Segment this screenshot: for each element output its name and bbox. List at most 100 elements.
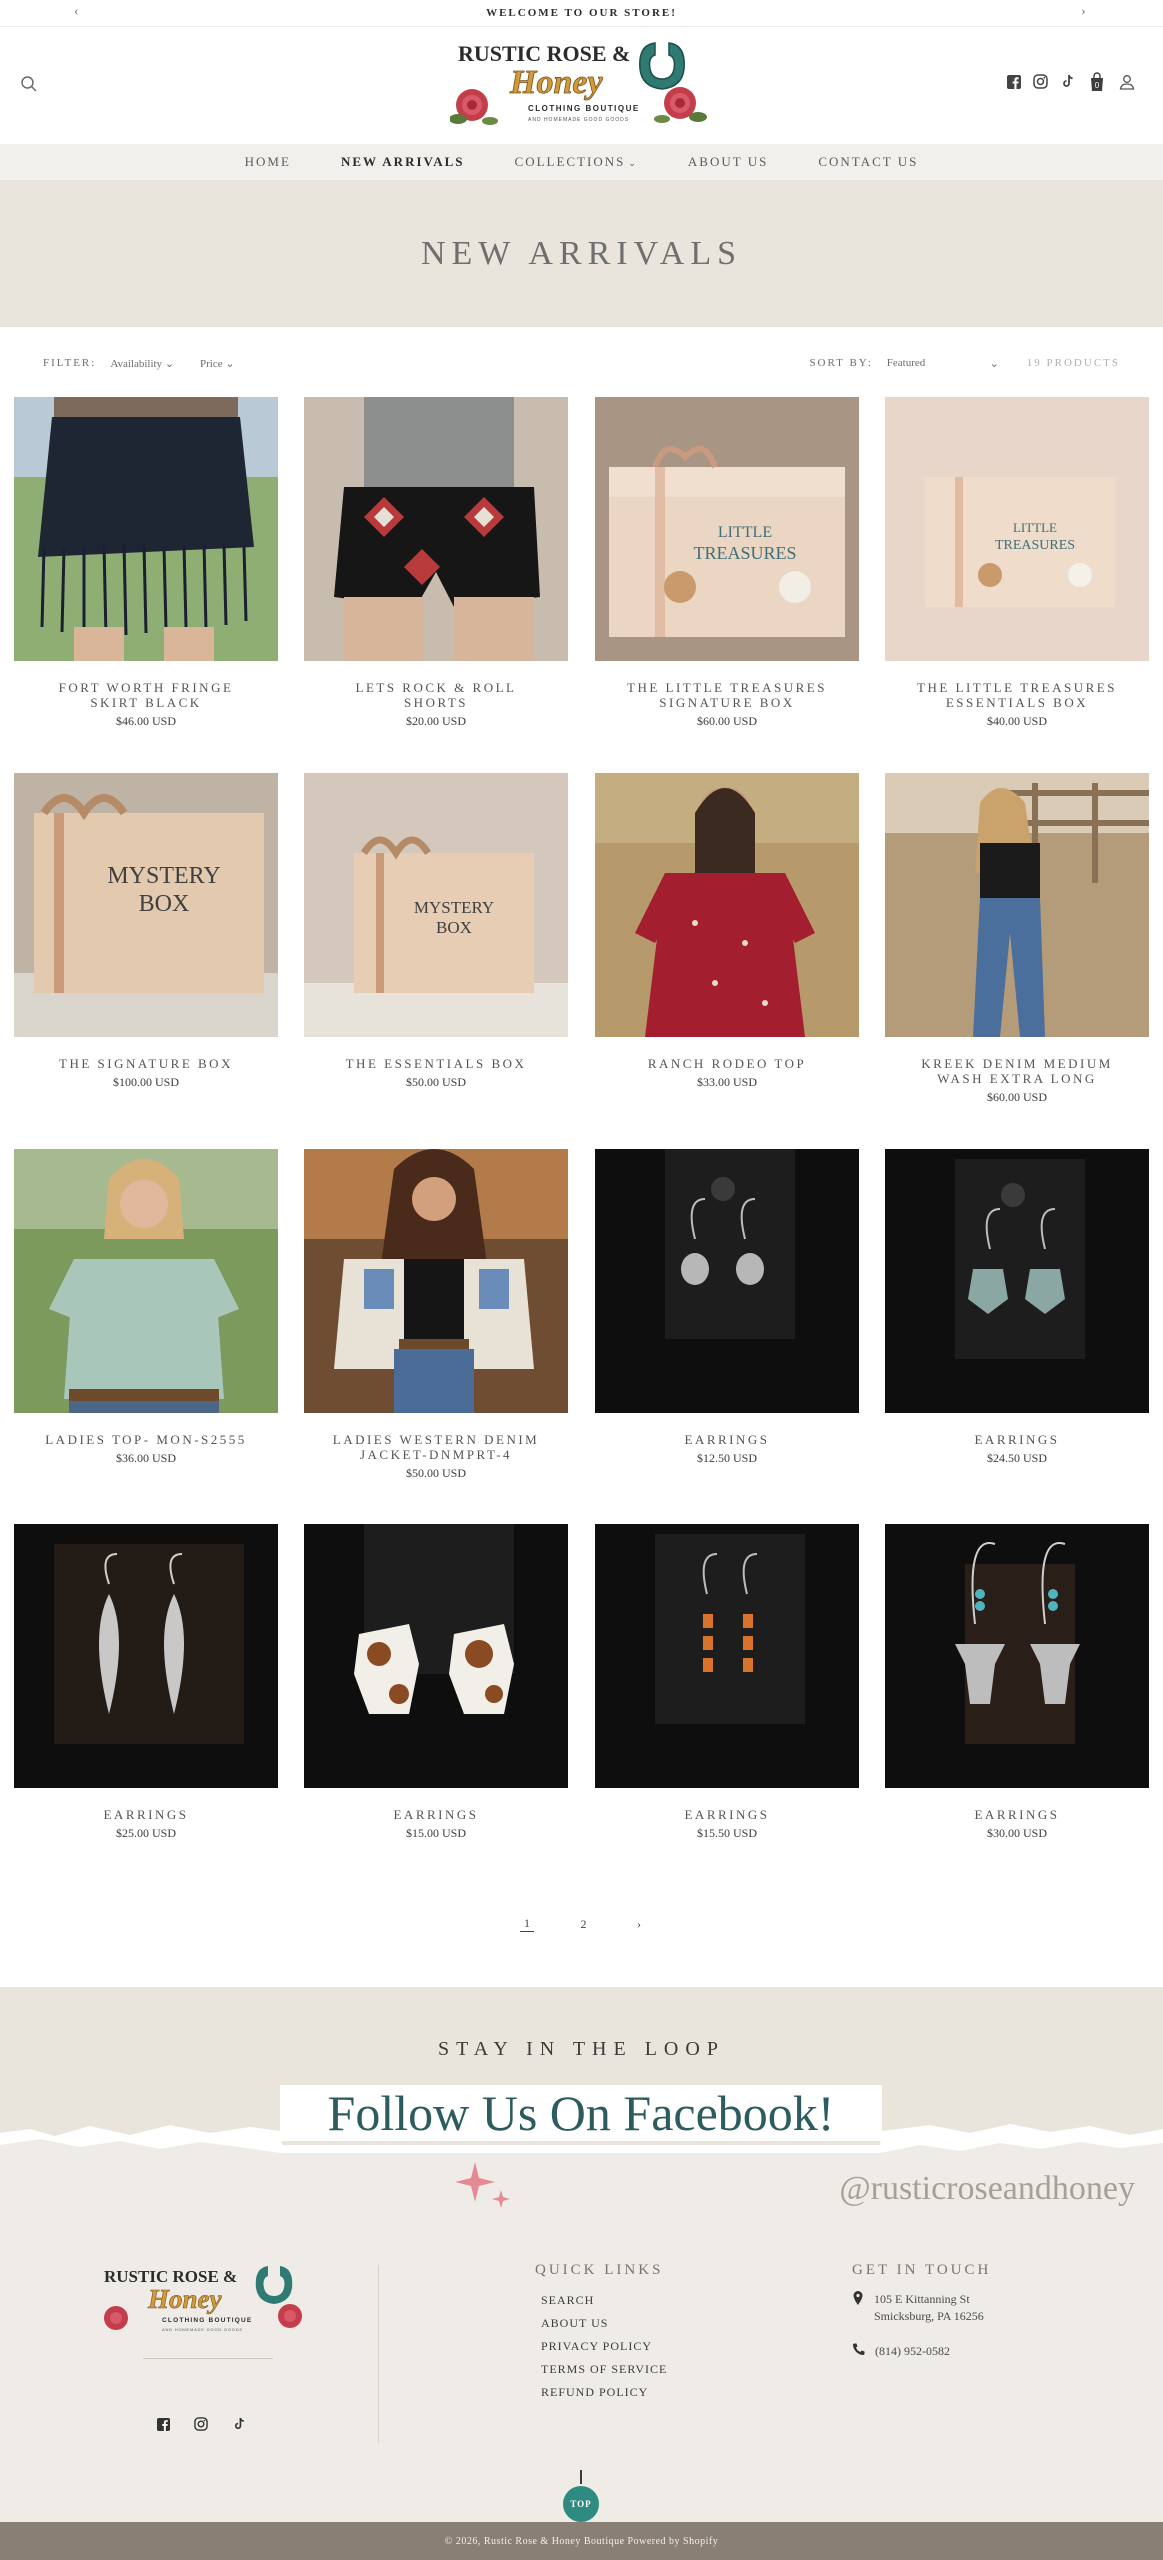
product-card[interactable]: EARRINGS $25.00 USD [14,1524,278,1841]
product-price: $36.00 USD [115,1451,176,1465]
product-price: $60.00 USD [696,714,757,728]
pagination-page-2[interactable]: 2 [577,1917,591,1932]
back-to-top-button[interactable]: TOP [561,2484,601,2524]
product-price: $24.50 USD [986,1451,1047,1465]
nav-contact-us[interactable]: CONTACT US [793,154,943,170]
product-title[interactable]: EARRINGS [595,1807,859,1822]
product-card[interactable]: EARRINGS $24.50 USD [885,1149,1149,1466]
product-image-denim-jacket[interactable] [304,1149,568,1413]
facebook-icon[interactable] [1005,73,1022,90]
svg-text:LITTLE: LITTLE [1013,520,1057,535]
nav-new-arrivals[interactable]: NEW ARRIVALS [316,154,490,170]
footer-divider [378,2265,379,2443]
product-card[interactable]: LADIES WESTERN DENIM JACKET-DNMPRT-4 $50… [304,1149,568,1481]
announcement-prev-arrow[interactable]: ‹ [74,4,79,20]
cart-icon[interactable]: 0 [1086,71,1108,91]
tiktok-icon[interactable] [231,2416,247,2432]
product-image-earrings-cow[interactable] [885,1149,1149,1413]
chevron-down-icon: ⌄ [164,357,175,370]
nav-collections-label: COLLECTIONS [514,154,626,169]
footer-link-terms-of-service[interactable]: TERMS OF SERVICE [541,2362,667,2377]
footer-logo-subtag: AND HOMEMADE GOOD GOODS [162,2327,243,2332]
product-card[interactable]: KREEK DENIM MEDIUM WASH EXTRA LONG $60.0… [885,773,1149,1105]
footer-logo-tagline: CLOTHING BOUTIQUE [162,2317,252,2324]
footer-link-about-us[interactable]: ABOUT US [541,2316,667,2331]
nav-collections[interactable]: COLLECTIONS ⌄ [490,154,663,170]
product-card[interactable]: LITTLE TREASURES THE LITTLE TREASURES SI… [595,397,859,729]
product-title[interactable]: THE SIGNATURE BOX [14,1056,278,1071]
product-price: $25.00 USD [115,1826,176,1840]
product-title[interactable]: LADIES TOP- MON-S2555 [14,1432,278,1447]
availability-filter[interactable]: Availability ⌄ [110,357,174,370]
site-logo[interactable]: RUSTIC ROSE & Honey CLOTHING BOUTIQUE AN… [449,35,715,135]
announcement-next-arrow[interactable]: › [1081,4,1086,20]
product-title[interactable]: THE LITTLE TREASURES ESSENTIALS BOX [885,680,1149,710]
product-title[interactable]: KREEK DENIM MEDIUM WASH EXTRA LONG [885,1056,1149,1086]
address-line-2: Smicksburg, PA 16256 [874,2309,984,2323]
social-handle[interactable]: @rusticroseandhoney [839,2170,1135,2208]
product-title[interactable]: EARRINGS [885,1432,1149,1447]
product-image-earrings-skull[interactable] [885,1524,1149,1788]
product-card[interactable]: EARRINGS $15.00 USD [304,1524,568,1841]
pagination-next-arrow[interactable]: › [633,1917,645,1932]
product-title[interactable]: EARRINGS [14,1807,278,1822]
svg-text:LITTLE: LITTLE [718,524,772,541]
phone-number[interactable]: (814) 952-0582 [875,2343,950,2360]
pagination-current[interactable]: 1 [520,1916,534,1932]
price-filter[interactable]: Price ⌄ [200,357,235,370]
product-image-red-top[interactable] [595,773,859,1037]
product-title[interactable]: EARRINGS [304,1807,568,1822]
instagram-icon[interactable] [193,2416,209,2432]
product-image-earrings-turtle[interactable] [595,1149,859,1413]
footer-logo[interactable]: RUSTIC ROSE & Honey CLOTHING BOUTIQUE AN… [100,2262,315,2342]
product-title[interactable]: LETS ROCK & ROLL SHORTS [304,680,568,710]
product-card[interactable]: MYSTERY BOX THE SIGNATURE BOX $100.00 US… [14,773,278,1090]
product-image-mystery-box[interactable]: MYSTERY BOX [14,773,278,1037]
product-card[interactable]: EARRINGS $15.50 USD [595,1524,859,1841]
product-image-denim-jeans[interactable] [885,773,1149,1037]
product-card[interactable]: RANCH RODEO TOP $33.00 USD [595,773,859,1090]
footer-link-refund-policy[interactable]: REFUND POLICY [541,2385,667,2400]
product-image-sage-top[interactable] [14,1149,278,1413]
instagram-icon[interactable] [1032,73,1049,90]
product-card[interactable]: LADIES TOP- MON-S2555 $36.00 USD [14,1149,278,1466]
account-icon[interactable] [1118,73,1135,90]
footer-link-privacy-policy[interactable]: PRIVACY POLICY [541,2339,667,2354]
product-title[interactable]: RANCH RODEO TOP [595,1056,859,1071]
product-card[interactable]: FORT WORTH FRINGE SKIRT BLACK $46.00 USD [14,397,278,729]
svg-text:BOX: BOX [139,891,190,917]
sparkle-icon [455,2162,510,2208]
site-header: RUSTIC ROSE & Honey CLOTHING BOUTIQUE AN… [0,27,1163,144]
product-card[interactable]: EARRINGS $12.50 USD [595,1149,859,1466]
product-count: 19 PRODUCTS [1026,357,1120,369]
search-icon[interactable] [20,75,40,95]
product-image-treasure-box[interactable]: LITTLE TREASURES [595,397,859,661]
sort-select[interactable]: Featured ⌄ [887,357,999,370]
product-card[interactable]: MYSTERY BOX THE ESSENTIALS BOX $50.00 US… [304,773,568,1090]
product-card[interactable]: LITTLE TREASURES THE LITTLE TREASURES ES… [885,397,1149,729]
address-row: 105 E Kittanning St Smicksburg, PA 16256 [852,2291,991,2325]
product-image-aztec-shorts[interactable] [304,397,568,661]
footer-logo-honey: Honey [147,2284,223,2314]
product-card[interactable]: EARRINGS $30.00 USD [885,1524,1149,1841]
footer-link-search[interactable]: SEARCH [541,2293,667,2308]
product-image-mystery-box-small[interactable]: MYSTERY BOX [304,773,568,1037]
product-image-fringe-skirt[interactable] [14,397,278,661]
product-image-earrings-cowhide[interactable] [304,1524,568,1788]
product-title[interactable]: EARRINGS [595,1432,859,1447]
product-title[interactable]: LADIES WESTERN DENIM JACKET-DNMPRT-4 [304,1432,568,1462]
product-card[interactable]: LETS ROCK & ROLL SHORTS $20.00 USD [304,397,568,729]
nav-about-us[interactable]: ABOUT US [663,154,793,170]
product-title[interactable]: THE ESSENTIALS BOX [304,1056,568,1071]
product-title[interactable]: FORT WORTH FRINGE SKIRT BLACK [14,680,278,710]
tiktok-icon[interactable] [1059,73,1076,90]
product-image-treasure-box-small[interactable]: LITTLE TREASURES [885,397,1149,661]
product-title[interactable]: THE LITTLE TREASURES SIGNATURE BOX [595,680,859,710]
product-title[interactable]: EARRINGS [885,1807,1149,1822]
product-image-earrings-orange[interactable] [595,1524,859,1788]
product-image-earrings-feather[interactable] [14,1524,278,1788]
facebook-icon[interactable] [155,2416,171,2432]
chevron-down-icon: ⌄ [628,158,638,168]
nav-home[interactable]: HOME [220,154,316,170]
product-price: $46.00 USD [115,714,176,728]
